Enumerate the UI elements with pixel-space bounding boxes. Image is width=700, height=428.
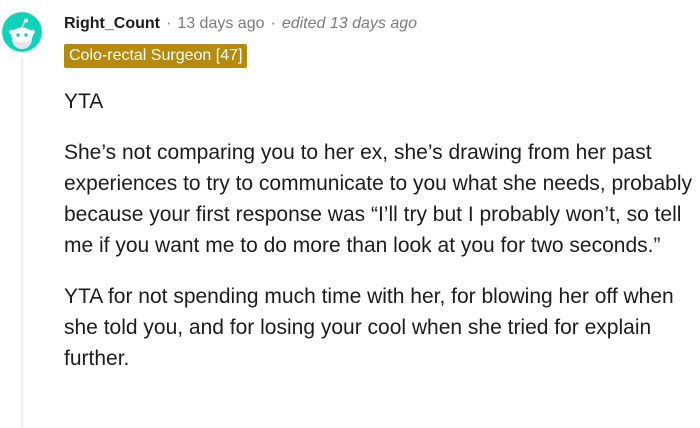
comment-paragraph: YTA	[64, 90, 104, 113]
user-flair: Colo-rectal Surgeon [47]	[64, 44, 248, 68]
comment-body: YTA She’s not comparing you to her ex, s…	[64, 86, 694, 394]
username-link[interactable]: Right_Count	[64, 15, 160, 33]
snoo-avatar-icon[interactable]	[2, 12, 42, 52]
thread-line[interactable]	[21, 58, 23, 428]
comment-paragraph: YTA for not spending much time with her,…	[64, 285, 674, 370]
meta-separator: ·	[270, 15, 276, 32]
comment-paragraph: She’s not comparing you to her ex, she’s…	[64, 141, 693, 257]
edited-label: edited 13 days ago	[281, 15, 418, 32]
meta-separator: ·	[165, 15, 172, 32]
timestamp-link[interactable]: 13 days ago	[177, 15, 264, 33]
comment-header: Right_Count · 13 days ago · edited 13 da…	[64, 12, 417, 36]
comment: Right_Count · 13 days ago · edited 13 da…	[0, 0, 700, 428]
